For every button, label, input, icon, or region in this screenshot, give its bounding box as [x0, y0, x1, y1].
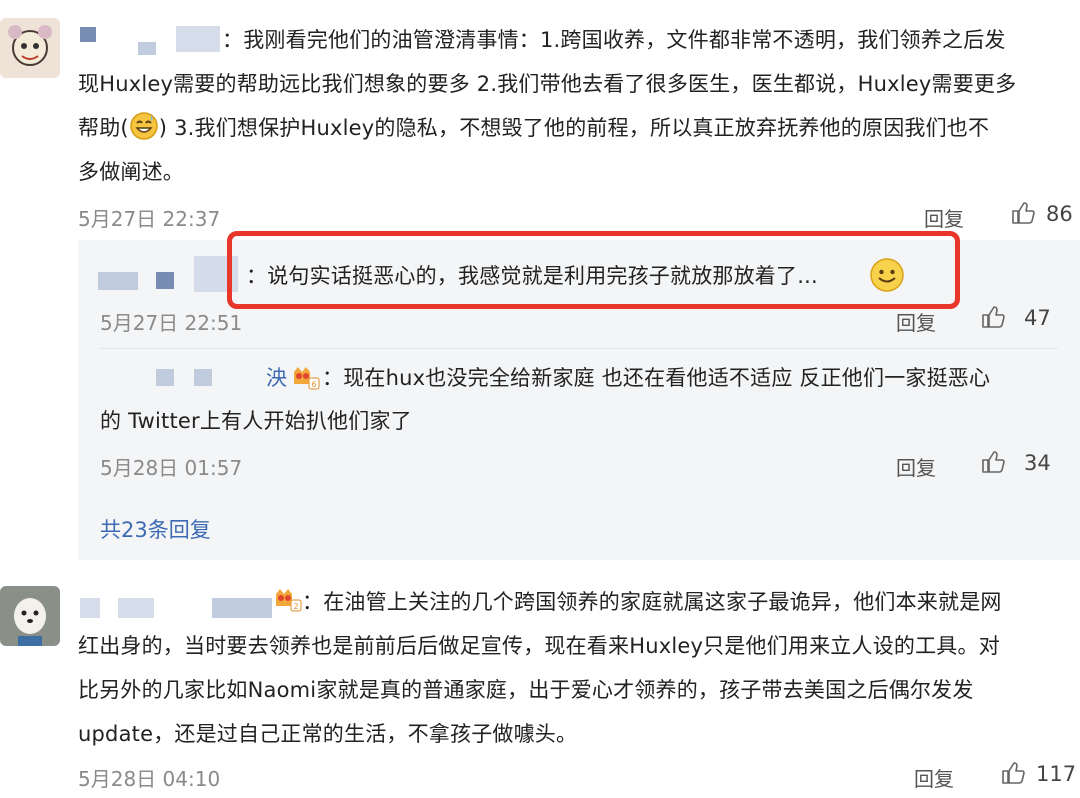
comment-text: 比另外的几家比如Naomi家就是真的普通家庭，出于爱心才领养的，孩子带去美国之后…: [78, 678, 974, 702]
thumbs-up-icon: [982, 306, 1005, 328]
like-count: 34: [1024, 451, 1051, 475]
like-button[interactable]: [1010, 200, 1036, 230]
more-replies-link[interactable]: 共23条回复: [100, 514, 211, 544]
thumbs-up-icon: [1002, 762, 1025, 784]
svg-text:2: 2: [293, 602, 298, 611]
like-count: 86: [1046, 202, 1073, 226]
reply-button[interactable]: 回复: [914, 763, 954, 792]
reply-button[interactable]: 回复: [896, 307, 936, 336]
thumbs-up-icon: [1012, 202, 1035, 224]
verified-badge-icon: 2: [272, 586, 302, 618]
comment-text: 多做阐述。: [78, 160, 184, 184]
like-button[interactable]: [980, 449, 1006, 479]
reply-button[interactable]: 回复: [924, 203, 964, 232]
thumbs-up-icon: [982, 451, 1005, 473]
username-fragment[interactable]: 泱: [266, 356, 287, 400]
reply-button[interactable]: 回复: [896, 452, 936, 481]
timestamp: 5月27日 22:51: [100, 311, 243, 335]
like-count: 47: [1024, 306, 1051, 330]
avatar[interactable]: [0, 18, 60, 78]
like-button[interactable]: [1000, 760, 1026, 790]
like-button[interactable]: [980, 304, 1006, 334]
highlight-box: [227, 231, 960, 309]
verified-badge-icon: 6: [290, 364, 320, 396]
reply-text: ：现在hux也没完全给新家庭 也还在看他适不适应 反正他们一家挺恶心: [322, 366, 991, 390]
timestamp: 5月28日 04:10: [78, 767, 221, 791]
timestamp: 5月28日 01:57: [100, 456, 243, 480]
like-count: 117: [1036, 762, 1077, 786]
svg-text:6: 6: [311, 380, 316, 389]
comment-text: 帮助() 3.我们想保护Huxley的隐私，不想毁了他的前程，所以真正放弃抚养他…: [78, 106, 1078, 156]
comment-text: 红出身的，当时要去领养也是前前后后做足宣传，现在看来Huxley只是他们用来立人…: [78, 634, 1000, 658]
divider: [100, 348, 1058, 349]
comment-text: ：我刚看完他们的油管澄清事情：1.跨国收养，文件都非常不透明，我们领养之后发: [222, 28, 1006, 52]
comment-text: ：在油管上关注的几个跨国领养的家庭就属这家子最诡异，他们本来就是网: [302, 590, 1002, 614]
avatar[interactable]: [0, 586, 60, 646]
timestamp: 5月27日 22:37: [78, 207, 221, 231]
reply-text: 的 Twitter上有人开始扒他们家了: [100, 409, 412, 433]
comment-text: 现Huxley需要的帮助远比我们想象的要多 2.我们带他去看了很多医生，医生都说…: [78, 72, 1017, 96]
comment-text: update，还是过自己正常的生活，不拿孩子做噱头。: [78, 722, 578, 746]
